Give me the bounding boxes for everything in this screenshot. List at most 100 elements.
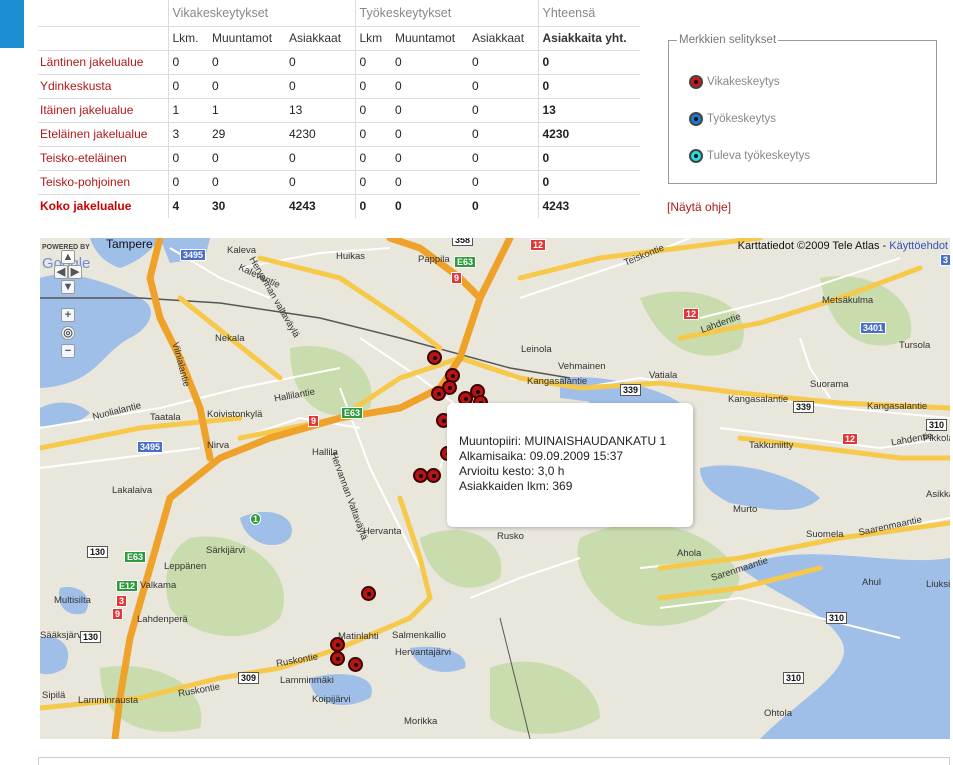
cell: 0 bbox=[391, 146, 468, 171]
pan-right-icon[interactable]: ▶ bbox=[68, 265, 82, 279]
place-label: Vehmainen bbox=[558, 361, 606, 372]
group-header-total: Yhteensä bbox=[537, 0, 640, 27]
road-number-shield: 130 bbox=[80, 631, 102, 643]
pan-left-icon[interactable]: ◀ bbox=[54, 265, 68, 279]
place-label: Koivistonkylä bbox=[207, 409, 263, 420]
place-label: Metsäkulma bbox=[822, 295, 874, 306]
fault-marker[interactable] bbox=[431, 386, 446, 401]
group-header-works: Työkeskeytykset bbox=[354, 0, 538, 27]
fault-marker[interactable] bbox=[361, 586, 376, 601]
popup-line-substation: Muuntopiiri: MUINAISHAUDANKATU 1 bbox=[459, 434, 667, 448]
cell: 0 bbox=[167, 74, 208, 99]
zoom-in-icon[interactable]: + bbox=[61, 308, 75, 322]
road-number-shield: 310 bbox=[926, 419, 948, 431]
cell: 4230 bbox=[537, 122, 640, 147]
legend-item-upcoming: Tuleva työkeskeytys bbox=[689, 148, 810, 164]
popup-line-duration: Arvioitu kesto: 3,0 h bbox=[459, 464, 565, 478]
row-name[interactable]: Teisko-eteläinen bbox=[38, 146, 168, 171]
map-credit-text: Karttatiedot ©2009 Tele Atlas - bbox=[737, 240, 890, 252]
table-group-header-row: Vikakeskeytykset Työkeskeytykset Yhteens… bbox=[38, 0, 640, 27]
cell: 0 bbox=[537, 146, 640, 171]
road-number-shield: E12 bbox=[116, 580, 139, 592]
place-label: Huikas bbox=[336, 251, 366, 262]
place-label: Kaleva bbox=[227, 245, 257, 256]
cell: 30 bbox=[212, 199, 226, 214]
place-label: Rusko bbox=[497, 531, 524, 542]
pan-up-icon[interactable]: ▲ bbox=[61, 250, 75, 264]
place-label: Valkama bbox=[140, 580, 177, 591]
map-copyright: Karttatiedot ©2009 Tele Atlas - Käyttöeh… bbox=[738, 240, 948, 252]
road-number-shield: 310 bbox=[783, 672, 805, 684]
zoom-out-icon[interactable]: − bbox=[61, 344, 75, 358]
road-number-shield: 9 bbox=[308, 415, 320, 427]
place-label: Suomela bbox=[806, 529, 844, 540]
work-marker-icon bbox=[689, 112, 703, 126]
legend-item-fault: Vikakeskeytys bbox=[689, 74, 780, 90]
row-name[interactable]: Itäinen jakelualue bbox=[38, 98, 168, 123]
terms-of-use-link[interactable]: Käyttöehdot bbox=[889, 240, 948, 252]
place-label: Lamminrausta bbox=[78, 695, 139, 706]
fault-marker[interactable] bbox=[348, 657, 363, 672]
table-row: Läntinen jakelualue 0 0 0 0 0 0 0 bbox=[38, 50, 640, 75]
place-label: Liuksi bbox=[926, 579, 950, 590]
place-label: Leinola bbox=[521, 344, 552, 355]
row-name[interactable]: Eteläinen jakelualue bbox=[38, 122, 168, 147]
table-row: Teisko-eteläinen 0 0 0 0 0 0 0 bbox=[38, 146, 640, 171]
road-number-shield: 12 bbox=[842, 433, 859, 445]
road-number-shield: 1 bbox=[250, 513, 262, 525]
cell: 0 bbox=[354, 194, 391, 218]
table-corner-2 bbox=[38, 26, 168, 51]
place-label: Hervantajärvi bbox=[395, 647, 451, 658]
road-number-shield: 310 bbox=[826, 612, 848, 624]
cell: 0 bbox=[391, 98, 468, 123]
row-name[interactable]: Koko jakelualue bbox=[38, 194, 168, 218]
col-header: Lkm. bbox=[167, 26, 208, 51]
place-label: Sipilä bbox=[42, 690, 66, 701]
road-number-shield: 12 bbox=[530, 239, 547, 251]
row-name[interactable]: Teisko-pohjoinen bbox=[38, 170, 168, 195]
fault-marker[interactable] bbox=[427, 350, 442, 365]
legend-label: Työkeskeytys bbox=[707, 113, 777, 125]
table-row: Teisko-pohjoinen 0 0 0 0 0 0 0 bbox=[38, 170, 640, 195]
road-number-shield: 3495 bbox=[137, 441, 164, 453]
cell: 0 bbox=[468, 50, 538, 75]
road-number-shield: E63 bbox=[124, 551, 147, 563]
place-label: Asikkala-Koivis bbox=[926, 489, 950, 500]
table-row-total: Koko jakelualue 4 30 4243 0 0 0 4243 bbox=[38, 194, 640, 218]
outage-table: Vikakeskeytykset Työkeskeytykset Yhteens… bbox=[38, 0, 640, 218]
cell: 0 bbox=[208, 74, 285, 99]
cell: 0 bbox=[537, 50, 640, 75]
cell: 4243 bbox=[537, 194, 640, 218]
cell: 0 bbox=[208, 170, 285, 195]
place-label: Ohtola bbox=[764, 708, 792, 719]
row-name[interactable]: Ydinkeskusta bbox=[38, 74, 168, 99]
col-header: Muuntamot bbox=[208, 26, 285, 51]
place-label: Pappila bbox=[418, 254, 450, 265]
place-label: Salmenkallio bbox=[392, 630, 446, 641]
col-header: Asiakkaita yht. bbox=[537, 26, 640, 51]
cell: 13 bbox=[285, 98, 355, 123]
road-number-shield: 9 bbox=[112, 608, 124, 620]
outage-map[interactable]: Tampere Kaleva Huikas Pappila Teiskontie… bbox=[40, 238, 950, 739]
road-number-shield: E63 bbox=[341, 407, 364, 419]
marker-legend: Merkkien selitykset Vikakeskeytys Työkes… bbox=[668, 34, 937, 184]
road-number-shield: 3401 bbox=[860, 322, 887, 334]
place-label: Taatala bbox=[150, 412, 181, 423]
globe-icon[interactable]: ◎ bbox=[61, 326, 75, 340]
cell: 0 bbox=[285, 170, 355, 195]
show-help-link[interactable]: [Näytä ohje] bbox=[667, 200, 731, 214]
group-header-faults: Vikakeskeytykset bbox=[167, 0, 355, 27]
legend-item-work: Työkeskeytys bbox=[689, 111, 776, 127]
row-name[interactable]: Läntinen jakelualue bbox=[38, 50, 168, 75]
cell: 0 bbox=[354, 50, 391, 75]
fault-marker[interactable] bbox=[330, 651, 345, 666]
road-number-shield: 9 bbox=[451, 272, 463, 284]
outage-info-popup[interactable]: Muuntopiiri: MUINAISHAUDANKATU 1 Alkamis… bbox=[447, 403, 693, 527]
fault-marker[interactable] bbox=[330, 637, 345, 652]
fault-marker-icon bbox=[689, 75, 703, 89]
cell: 0 bbox=[391, 74, 468, 99]
pan-down-icon[interactable]: ▼ bbox=[61, 280, 75, 294]
place-label: Tursola bbox=[899, 340, 931, 351]
road-number-shield: 3 bbox=[940, 254, 950, 266]
fault-marker[interactable] bbox=[426, 468, 441, 483]
